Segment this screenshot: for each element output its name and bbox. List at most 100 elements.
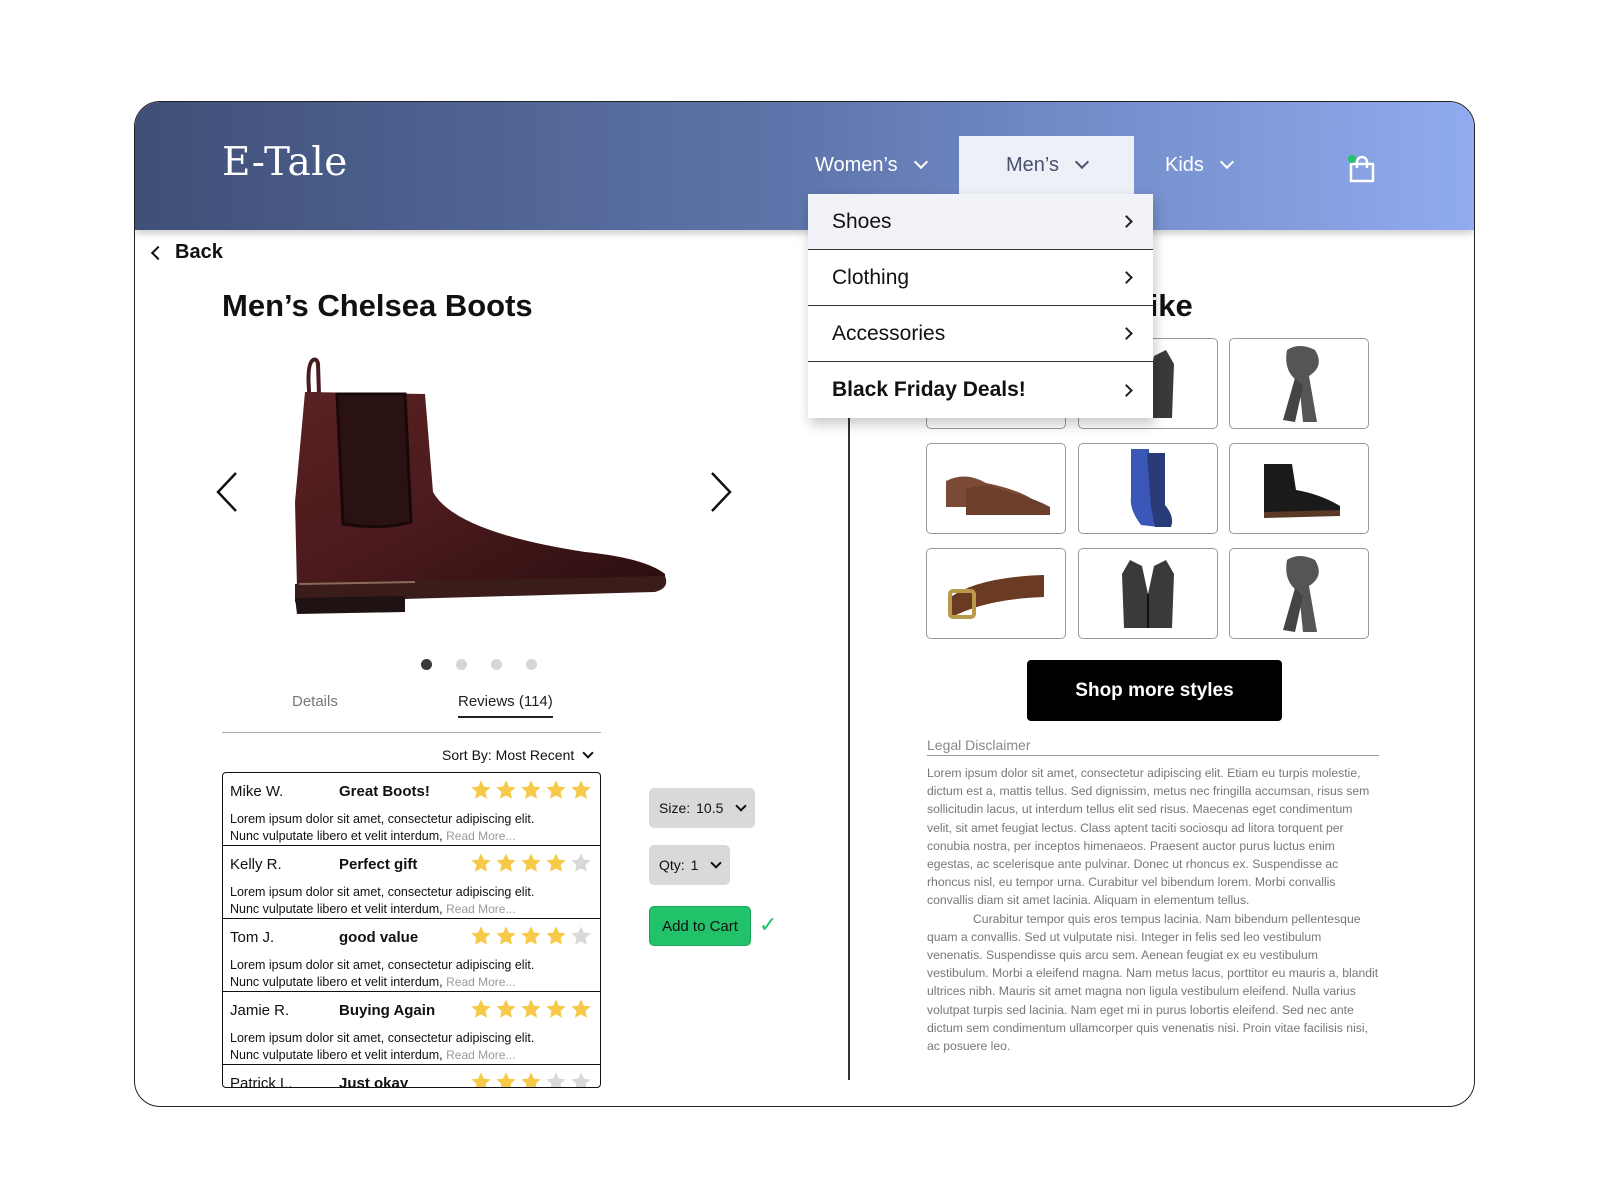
nav-mens[interactable]: Men’s <box>959 136 1134 194</box>
review-body: Lorem ipsum dolor sit amet, consectetur … <box>230 811 595 845</box>
qty-select[interactable]: Qty: 1 <box>649 845 731 885</box>
nav-womens-label: Women’s <box>815 153 898 176</box>
product-title: Men’s Chelsea Boots <box>222 288 533 323</box>
chevron-down-icon <box>1074 154 1090 170</box>
star-rating <box>470 998 592 1020</box>
carousel-dot[interactable] <box>491 659 502 670</box>
shopping-bag-icon[interactable] <box>1347 154 1377 184</box>
nav-kids[interactable]: Kids <box>1149 136 1248 194</box>
review-body: Lorem ipsum dolor sit amet, consectetur … <box>230 1030 595 1064</box>
app-frame: E-Tale Women’s Men’s Kids Shoes Clothing <box>134 101 1475 1107</box>
menu-item-clothing[interactable]: Clothing <box>808 250 1153 306</box>
reviews-list[interactable]: Mike W. Great Boots! Lorem ipsum dolor s… <box>222 772 601 1088</box>
sort-label: Sort By: Most Recent <box>442 747 575 763</box>
review-item: Jamie R. Buying Again Lorem ipsum dolor … <box>223 992 600 1065</box>
size-select[interactable]: Size: 10.5 <box>649 788 756 828</box>
star-icon <box>471 926 491 945</box>
product-thumb-scarf[interactable] <box>1229 548 1369 639</box>
chevron-down-icon <box>913 154 928 170</box>
legal-disclaimer-text: Lorem ipsum dolor sit amet, consectetur … <box>927 764 1379 1055</box>
review-text-line: Nunc vulputate libero et velit interdum, <box>230 1048 443 1062</box>
tab-details[interactable]: Details <box>292 693 338 716</box>
back-button[interactable]: Back <box>150 241 223 264</box>
review-headline: Great Boots! <box>339 783 430 800</box>
review-text-line: Nunc vulputate libero et velit interdum, <box>230 975 443 989</box>
chevron-down-icon <box>1219 154 1234 170</box>
size-value: 10.5 <box>696 800 724 816</box>
menu-item-black-friday[interactable]: Black Friday Deals! <box>808 362 1153 418</box>
reviewer-name: Patrick L. <box>230 1075 293 1088</box>
star-icon <box>571 780 591 799</box>
chevron-left-icon <box>150 245 166 260</box>
back-label: Back <box>175 241 223 263</box>
product-thumb-socks[interactable] <box>1078 443 1218 534</box>
product-tabs: Details Reviews (114) <box>222 693 601 733</box>
star-icon <box>471 780 491 799</box>
star-icon <box>546 999 566 1018</box>
chevron-right-icon <box>1120 383 1133 397</box>
star-rating <box>470 925 592 947</box>
chevron-down-icon <box>582 747 594 759</box>
carousel-dot[interactable] <box>526 659 537 670</box>
review-item: Mike W. Great Boots! Lorem ipsum dolor s… <box>223 773 600 846</box>
star-icon <box>471 853 491 872</box>
nav-mens-label: Men’s <box>1006 153 1059 176</box>
star-icon <box>521 780 541 799</box>
qty-value: 1 <box>690 857 699 873</box>
review-headline: good value <box>339 929 419 946</box>
vest-icon <box>1122 559 1174 628</box>
carousel-dot[interactable] <box>421 659 432 670</box>
star-icon <box>571 999 591 1018</box>
menu-item-label: Shoes <box>832 209 892 233</box>
read-more-link[interactable]: Read More... <box>446 975 515 989</box>
star-icon <box>571 853 591 872</box>
star-icon <box>521 853 541 872</box>
oxford-shoes-icon <box>946 475 1050 515</box>
chukka-boots-icon <box>1264 463 1340 518</box>
star-icon <box>471 1072 491 1087</box>
menu-item-accessories[interactable]: Accessories <box>808 306 1153 362</box>
sort-dropdown[interactable]: Sort By: Most Recent <box>442 747 594 763</box>
star-icon <box>521 926 541 945</box>
review-text-line: Nunc vulputate libero et velit interdum, <box>230 902 443 916</box>
reviewer-name: Tom J. <box>230 929 275 946</box>
carousel-prev-icon[interactable] <box>214 470 244 514</box>
carousel-next-icon[interactable] <box>704 470 734 514</box>
review-text-line: Lorem ipsum dolor sit amet, consectetur … <box>230 812 535 826</box>
review-body: Lorem ipsum dolor sit amet, consectetur … <box>230 884 595 918</box>
reviewer-name: Kelly R. <box>230 856 282 873</box>
product-thumb-vest[interactable] <box>1078 548 1218 639</box>
star-icon <box>571 926 591 945</box>
read-more-link[interactable]: Read More... <box>446 829 515 843</box>
review-headline: Buying Again <box>339 1002 436 1019</box>
product-thumb-belt[interactable] <box>926 548 1066 639</box>
review-item: Tom J. good value Lorem ipsum dolor sit … <box>223 919 600 992</box>
review-headline: Just okay <box>339 1075 409 1088</box>
review-text-line: Nunc vulputate libero et velit interdum, <box>230 829 443 843</box>
qty-label: Qty: <box>659 857 685 873</box>
read-more-link[interactable]: Read More... <box>446 1048 515 1062</box>
read-more-link[interactable]: Read More... <box>446 902 515 916</box>
belt-icon <box>948 574 1044 619</box>
carousel-dot[interactable] <box>456 659 467 670</box>
scarf-icon <box>1283 345 1319 422</box>
product-thumb-chukka-boots[interactable] <box>1229 443 1369 534</box>
menu-item-shoes[interactable]: Shoes <box>808 194 1153 250</box>
site-logo[interactable]: E-Tale <box>222 140 348 185</box>
product-thumb-scarf[interactable] <box>1229 338 1369 429</box>
reviewer-name: Mike W. <box>230 783 284 800</box>
nav-womens[interactable]: Women’s <box>799 136 942 194</box>
site-header: E-Tale Women’s Men’s Kids <box>135 102 1474 230</box>
star-icon <box>546 853 566 872</box>
product-thumb-oxford-shoes[interactable] <box>926 443 1066 534</box>
carousel-dots <box>421 659 537 670</box>
star-icon <box>496 1072 516 1087</box>
add-to-cart-button[interactable]: Add to Cart <box>649 906 751 946</box>
cart-badge <box>1348 155 1356 163</box>
shop-more-styles-button[interactable]: Shop more styles <box>1027 660 1282 721</box>
star-icon <box>521 1072 541 1087</box>
star-icon <box>496 780 516 799</box>
chevron-right-icon <box>1120 271 1133 284</box>
chevron-right-icon <box>1120 215 1133 228</box>
tab-reviews[interactable]: Reviews (114) <box>458 693 553 718</box>
